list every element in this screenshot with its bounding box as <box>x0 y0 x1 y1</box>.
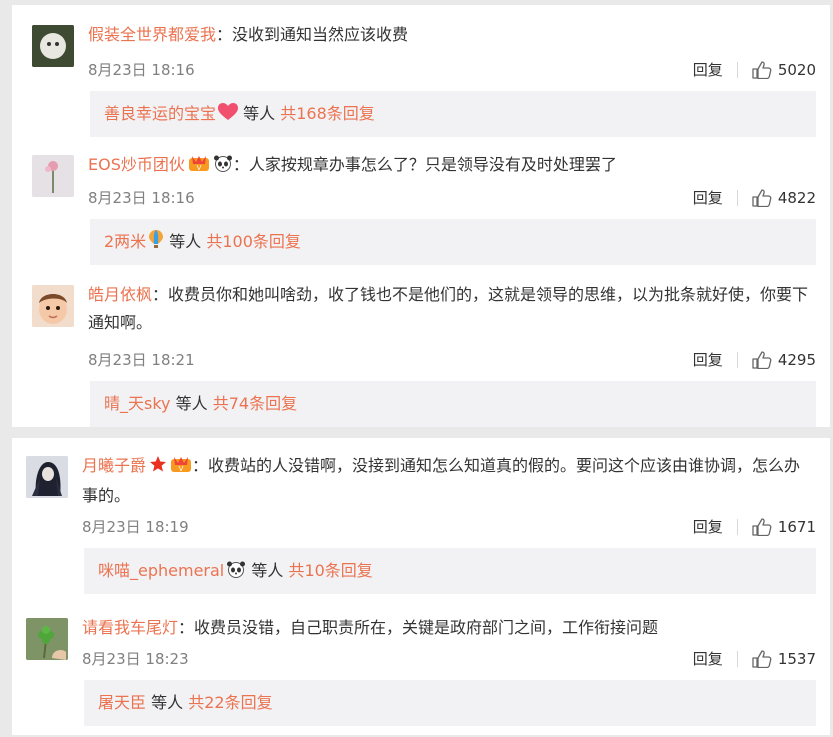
avatar[interactable] <box>32 155 74 197</box>
star-icon <box>149 454 167 482</box>
reply-summary[interactable]: 2两米 等人 共100条回复 <box>90 219 816 265</box>
username-link[interactable]: EOS炒币团伙 <box>88 155 185 174</box>
divider <box>736 650 738 667</box>
comment-meta: 8月23日 18:16 回复 5020 <box>88 55 816 83</box>
reply-count-link[interactable]: 共100条回复 <box>206 232 301 251</box>
comment-actions: 回复 5020 <box>693 59 816 80</box>
reply-count-link[interactable]: 共22条回复 <box>188 693 272 712</box>
avatar[interactable] <box>32 285 74 327</box>
reply-count-link[interactable]: 共74条回复 <box>213 394 297 413</box>
vip-badge-icon: V <box>188 153 210 181</box>
divider <box>736 189 738 206</box>
comment-text: ：收费员没错，自己职责所在，关键是政府部门之间，工作衔接问题 <box>178 618 659 637</box>
svg-text:V: V <box>196 164 201 172</box>
comment-meta: 8月23日 18:19 回复 1671 <box>82 512 816 540</box>
timestamp: 8月23日 18:16 <box>88 189 195 207</box>
reply-user-link[interactable]: 2两米 <box>104 232 146 251</box>
timestamp: 8月23日 18:19 <box>82 518 189 536</box>
comment-actions: 回复 4295 <box>693 349 816 370</box>
reply-summary[interactable]: 晴_天sky 等人 共74条回复 <box>90 381 816 427</box>
comment-meta: 8月23日 18:23 回复 1537 <box>82 644 816 672</box>
timestamp: 8月23日 18:16 <box>88 61 195 79</box>
reply-count-link[interactable]: 共168条回复 <box>280 104 375 123</box>
username-link[interactable]: 请看我车尾灯 <box>82 618 178 637</box>
reply-mid-text: 等人 <box>246 561 289 580</box>
reply-button[interactable]: 回复 <box>693 187 723 208</box>
reply-summary[interactable]: 屠天臣 等人 共22条回复 <box>84 680 816 726</box>
thumbs-up-icon <box>752 188 772 207</box>
divider <box>736 61 738 78</box>
comment-body: 请看我车尾灯：收费员没错，自己职责所在，关键是政府部门之间，工作衔接问题 <box>82 614 816 642</box>
like-count: 4295 <box>777 350 816 369</box>
reply-user-link[interactable]: 善良幸运的宝宝 <box>104 104 216 123</box>
reply-button[interactable]: 回复 <box>693 648 723 669</box>
reply-mid-text: 等人 <box>238 104 281 123</box>
thumbs-up-icon <box>752 60 772 79</box>
reply-button[interactable]: 回复 <box>693 59 723 80</box>
comment-actions: 回复 1537 <box>693 648 816 669</box>
like-count: 4822 <box>777 188 816 207</box>
comment-actions: 回复 1671 <box>693 516 816 537</box>
reply-mid-text: 等人 <box>164 232 207 251</box>
comment-text: ：收费员你和她叫啥劲，收了钱也不是他们的，这就是领导的思维，以为批条就好使，你要… <box>88 285 809 332</box>
comment-card: 月曦子爵 V ：收费站的人没错啊，没接到通知怎么知道真的假的。要问这个应该由谁协调，… <box>12 438 830 735</box>
panda-icon <box>226 550 246 596</box>
svg-text:V: V <box>179 465 184 473</box>
thumbs-up-icon <box>752 649 772 668</box>
comment-text: ：人家按规章办事怎么了？只是领导没有及时处理罢了 <box>232 155 617 174</box>
username-link[interactable]: 皓月依枫 <box>88 285 152 304</box>
like-count: 1671 <box>777 517 816 536</box>
vip-badge-icon: V <box>170 454 192 482</box>
thumbs-up-icon <box>752 517 772 536</box>
comment-actions: 回复 4822 <box>693 187 816 208</box>
like-button[interactable]: 1671 <box>752 518 816 536</box>
reply-button[interactable]: 回复 <box>693 516 723 537</box>
comment-meta: 8月23日 18:16 回复 4822 <box>88 183 816 211</box>
reply-user-link[interactable]: 咪喵_ephemeral <box>98 561 224 580</box>
reply-summary[interactable]: 善良幸运的宝宝 等人 共168条回复 <box>90 91 816 137</box>
avatar[interactable] <box>26 456 68 498</box>
like-count: 5020 <box>777 60 816 79</box>
divider <box>736 518 738 535</box>
comment-body: 皓月依枫：收费员你和她叫啥劲，收了钱也不是他们的，这就是领导的思维，以为批条就好… <box>88 281 816 337</box>
avatar[interactable] <box>32 25 74 67</box>
reply-mid-text: 等人 <box>146 693 189 712</box>
reply-mid-text: 等人 <box>170 394 213 413</box>
thumbs-up-icon <box>752 350 772 369</box>
comment-text: ：没收到通知当然应该收费 <box>216 25 409 44</box>
like-count: 1537 <box>777 649 816 668</box>
timestamp: 8月23日 18:21 <box>88 351 195 369</box>
comment-body: 月曦子爵 V ：收费站的人没错啊，没接到通知怎么知道真的假的。要问这个应该由谁协调，… <box>82 452 816 510</box>
reply-button[interactable]: 回复 <box>693 349 723 370</box>
reply-summary[interactable]: 咪喵_ephemeral 等人 共10条回复 <box>84 548 816 594</box>
like-button[interactable]: 5020 <box>752 61 816 79</box>
hot-air-balloon-icon <box>148 221 164 267</box>
panda-icon <box>213 153 233 181</box>
comment-card: 假装全世界都爱我：没收到通知当然应该收费 8月23日 18:16 回复 5020… <box>12 5 830 427</box>
reply-user-link[interactable]: 晴_天sky <box>104 394 171 413</box>
divider <box>736 351 738 368</box>
comment-meta: 8月23日 18:21 回复 4295 <box>88 345 816 373</box>
username-link[interactable]: 月曦子爵 <box>82 456 146 475</box>
avatar[interactable] <box>26 618 68 660</box>
heart-icon <box>218 93 239 139</box>
like-button[interactable]: 1537 <box>752 650 816 668</box>
like-button[interactable]: 4822 <box>752 189 816 207</box>
comment-body: EOS炒币团伙 V ：人家按规章办事怎么了？只是领导没有及时处理罢了 <box>88 151 816 181</box>
reply-user-link[interactable]: 屠天臣 <box>98 693 146 712</box>
like-button[interactable]: 4295 <box>752 351 816 369</box>
comment-body: 假装全世界都爱我：没收到通知当然应该收费 <box>88 21 816 49</box>
username-link[interactable]: 假装全世界都爱我 <box>88 25 216 44</box>
reply-count-link[interactable]: 共10条回复 <box>288 561 372 580</box>
timestamp: 8月23日 18:23 <box>82 650 189 668</box>
